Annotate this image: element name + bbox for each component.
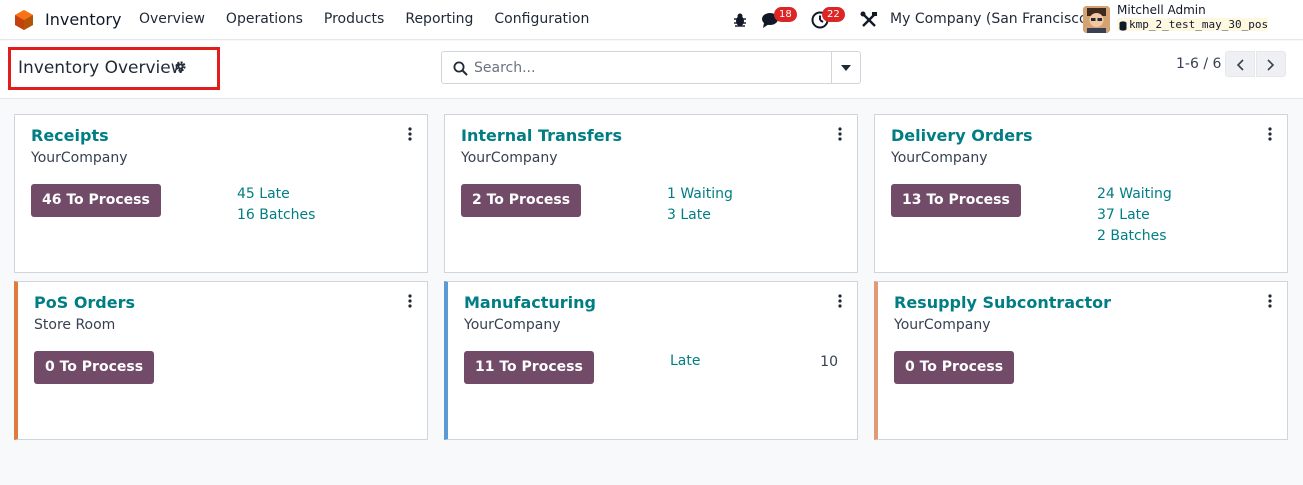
to-process-button[interactable]: 0 To Process bbox=[894, 351, 1015, 384]
inventory-logo-icon[interactable] bbox=[14, 10, 34, 30]
stat-link[interactable]: 37 Late bbox=[1097, 207, 1150, 223]
card-company: YourCompany bbox=[31, 150, 128, 166]
stat-link[interactable]: 1 Waiting bbox=[667, 186, 733, 202]
kebab-menu-icon[interactable] bbox=[838, 127, 842, 141]
main-menu: Overview Operations Products Reporting C… bbox=[139, 11, 610, 27]
to-process-button[interactable]: 13 To Process bbox=[891, 184, 1021, 217]
gear-icon[interactable] bbox=[174, 60, 187, 73]
search-input[interactable] bbox=[474, 52, 829, 83]
card-delivery-orders: Delivery Orders YourCompany 13 To Proces… bbox=[874, 114, 1288, 273]
card-title[interactable]: Manufacturing bbox=[464, 293, 596, 312]
stat-link[interactable]: 16 Batches bbox=[237, 207, 315, 223]
card-company: YourCompany bbox=[894, 317, 991, 333]
stat-link[interactable]: 2 Batches bbox=[1097, 228, 1167, 244]
pager-previous-button[interactable] bbox=[1225, 51, 1255, 77]
card-title[interactable]: Receipts bbox=[31, 126, 109, 145]
menu-operations[interactable]: Operations bbox=[226, 11, 303, 27]
card-pos-orders: PoS Orders Store Room 0 To Process bbox=[14, 281, 428, 440]
top-navbar: Inventory Overview Operations Products R… bbox=[0, 0, 1303, 40]
card-company: YourCompany bbox=[891, 150, 988, 166]
kebab-menu-icon[interactable] bbox=[1268, 127, 1272, 141]
menu-reporting[interactable]: Reporting bbox=[405, 11, 473, 27]
menu-products[interactable]: Products bbox=[324, 11, 384, 27]
chevron-left-icon bbox=[1236, 59, 1244, 71]
card-title[interactable]: PoS Orders bbox=[34, 293, 135, 312]
card-company: YourCompany bbox=[464, 317, 561, 333]
card-receipts: Receipts YourCompany 46 To Process 45 La… bbox=[14, 114, 428, 273]
search-bar bbox=[441, 51, 861, 84]
stat-link[interactable]: 3 Late bbox=[667, 207, 711, 223]
card-manufacturing: Manufacturing YourCompany 11 To Process … bbox=[444, 281, 858, 440]
activities-badge: 22 bbox=[822, 7, 845, 22]
kebab-menu-icon[interactable] bbox=[408, 294, 412, 308]
tools-icon[interactable] bbox=[860, 11, 878, 29]
page-title: Inventory Overview bbox=[18, 58, 185, 78]
kebab-menu-icon[interactable] bbox=[838, 294, 842, 308]
caret-down-icon bbox=[841, 65, 851, 71]
to-process-button[interactable]: 11 To Process bbox=[464, 351, 594, 384]
user-name[interactable]: Mitchell Admin bbox=[1117, 3, 1206, 17]
card-title[interactable]: Delivery Orders bbox=[891, 126, 1032, 145]
stat-value: 10 bbox=[820, 354, 838, 370]
bug-icon[interactable] bbox=[731, 11, 749, 29]
company-switcher[interactable]: My Company (San Francisco) bbox=[890, 11, 1093, 27]
database-name: kmp_2_test_may_30_pos bbox=[1117, 18, 1269, 31]
messages-badge: 18 bbox=[774, 7, 797, 22]
to-process-button[interactable]: 46 To Process bbox=[31, 184, 161, 217]
user-avatar[interactable] bbox=[1083, 6, 1110, 33]
card-title[interactable]: Internal Transfers bbox=[461, 126, 622, 145]
card-company: Store Room bbox=[34, 317, 116, 333]
database-icon bbox=[1119, 21, 1127, 31]
chevron-right-icon bbox=[1267, 59, 1275, 71]
control-panel: Inventory Overview 1-6 / 6 bbox=[0, 41, 1303, 99]
menu-configuration[interactable]: Configuration bbox=[494, 11, 589, 27]
kebab-menu-icon[interactable] bbox=[1268, 294, 1272, 308]
card-internal-transfers: Internal Transfers YourCompany 2 To Proc… bbox=[444, 114, 858, 273]
card-company: YourCompany bbox=[461, 150, 558, 166]
pager-next-button[interactable] bbox=[1256, 51, 1286, 77]
card-resupply-subcontractor: Resupply Subcontractor YourCompany 0 To … bbox=[874, 281, 1288, 440]
stat-link[interactable]: 45 Late bbox=[237, 186, 290, 202]
stat-link[interactable]: 24 Waiting bbox=[1097, 186, 1172, 202]
menu-overview[interactable]: Overview bbox=[139, 11, 205, 27]
to-process-button[interactable]: 0 To Process bbox=[34, 351, 155, 384]
search-icon bbox=[453, 61, 468, 76]
to-process-button[interactable]: 2 To Process bbox=[461, 184, 582, 217]
card-title[interactable]: Resupply Subcontractor bbox=[894, 293, 1111, 312]
pager-value[interactable]: 1-6 / 6 bbox=[1176, 56, 1221, 72]
kebab-menu-icon[interactable] bbox=[408, 127, 412, 141]
app-name[interactable]: Inventory bbox=[45, 10, 121, 29]
stat-link[interactable]: Late bbox=[670, 353, 700, 369]
search-options-toggle[interactable] bbox=[831, 52, 860, 83]
